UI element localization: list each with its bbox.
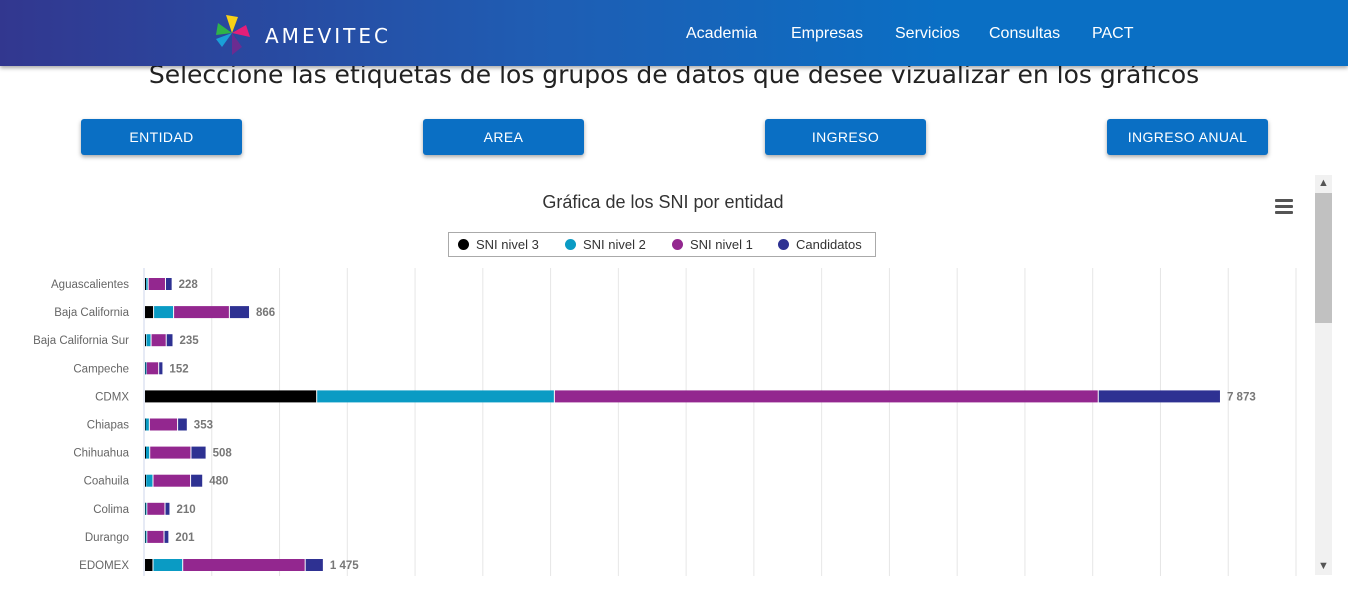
bar-segment[interactable] [178,418,187,431]
bar-total-label: 1 475 [330,560,359,572]
bar-segment[interactable] [317,390,554,403]
category-label: Aguascalientes [51,279,129,291]
nav-academia[interactable]: Academia [686,25,757,43]
category-label: EDOMEX [79,560,129,572]
bar-total-label: 480 [209,476,228,488]
bar-total-label: 152 [169,363,188,375]
chart-title: Gráfica de los SNI por entidad [542,192,784,212]
bar-segment[interactable] [145,418,149,431]
bar-total-label: 353 [194,420,213,432]
legend-marker-icon [672,239,683,250]
bar-segment[interactable] [191,446,206,459]
bar-chart: Aguascalientes 228 Baja California 866 Baja … [33,268,1297,576]
ingreso-anual-button[interactable]: INGRESO ANUAL [1107,119,1268,155]
bar-segment[interactable] [154,306,174,319]
legend-marker-icon [565,239,576,250]
bar-segment[interactable] [145,446,146,459]
bar-total-label: 228 [179,279,199,291]
bar-segment[interactable] [150,446,191,459]
bar-total-label: 7 873 [1227,391,1256,403]
chevron-up-icon[interactable]: ▲ [1315,175,1332,192]
bar-segment[interactable] [159,362,163,375]
bar-segment[interactable] [164,530,169,543]
bar-total-label: 210 [176,504,195,516]
bar-segment[interactable] [145,306,154,319]
entidad-button[interactable]: ENTIDAD [81,119,242,155]
category-label: Baja California Sur [33,335,129,347]
legend-sni-nivel-1[interactable]: SNI nivel 1 [672,237,753,252]
category-label: Coahuila [84,476,130,488]
bar-segment[interactable] [147,502,165,515]
bar-segment[interactable] [174,306,229,319]
category-label: Chihuahua [73,448,129,460]
legend-candidatos[interactable]: Candidatos [778,237,862,252]
category-label: Baja California [54,307,129,319]
bar-segment[interactable] [146,278,148,290]
bar-segment[interactable] [153,474,191,487]
chevron-down-icon[interactable]: ▼ [1315,558,1332,575]
bar-segment[interactable] [165,502,170,515]
bar-segment[interactable] [146,474,153,487]
bar-segment[interactable] [305,559,323,571]
category-label: Campeche [73,363,129,375]
chart-legend: SNI nivel 3 SNI nivel 2 SNI nivel 1 Cand… [448,232,876,257]
bar-total-label: 201 [175,532,195,544]
ingreso-button[interactable]: INGRESO [765,119,926,155]
category-label: Colima [93,504,129,516]
bar-segment[interactable] [145,530,147,543]
bar-segment[interactable] [145,446,150,459]
amevitec-logo[interactable] [212,13,258,57]
legend-marker-icon [778,239,789,250]
nav-servicios[interactable]: Servicios [895,25,960,43]
bar-segment[interactable] [153,559,183,571]
bar-total-label: 866 [256,307,275,319]
nav-pact[interactable]: PACT [1092,25,1133,43]
area-button[interactable]: AREA [423,119,584,155]
legend-sni-nivel-2[interactable]: SNI nivel 2 [565,237,646,252]
bar-segment[interactable] [554,390,1098,403]
category-label: CDMX [95,391,129,403]
bar-total-label: 508 [213,448,233,460]
legend-sni-nivel-3[interactable]: SNI nivel 3 [458,237,539,252]
bar-segment[interactable] [148,278,165,290]
bar-segment[interactable] [165,278,172,290]
bar-segment[interactable] [145,278,146,290]
bar-segment[interactable] [149,418,178,431]
bar-segment[interactable] [146,334,151,347]
bar-segment[interactable] [147,530,164,543]
legend-marker-icon [458,239,469,250]
bar-segment[interactable] [183,559,305,571]
bar-segment[interactable] [145,390,317,403]
bar-segment[interactable] [151,334,166,347]
bar-segment[interactable] [1098,390,1220,403]
bar-segment[interactable] [145,559,153,571]
bar-segment[interactable] [145,474,146,487]
navbar: AMEVITEC Academia Empresas Servicios Con… [0,0,1348,66]
nav-consultas[interactable]: Consultas [989,25,1060,43]
bar-segment[interactable] [145,334,146,347]
bar-segment[interactable] [146,362,159,375]
category-label: Chiapas [87,420,129,432]
bar-segment[interactable] [191,474,203,487]
bar-segment[interactable] [145,502,147,515]
brand-name[interactable]: AMEVITEC [265,24,391,48]
bar-segment[interactable] [145,362,147,375]
nav-empresas[interactable]: Empresas [791,25,863,43]
scrollbar-thumb[interactable] [1315,193,1332,323]
category-label: Durango [85,532,129,544]
bar-segment[interactable] [166,334,173,347]
bar-total-label: 235 [179,335,199,347]
bar-segment[interactable] [229,306,250,319]
hamburger-menu-icon[interactable] [1275,199,1293,215]
